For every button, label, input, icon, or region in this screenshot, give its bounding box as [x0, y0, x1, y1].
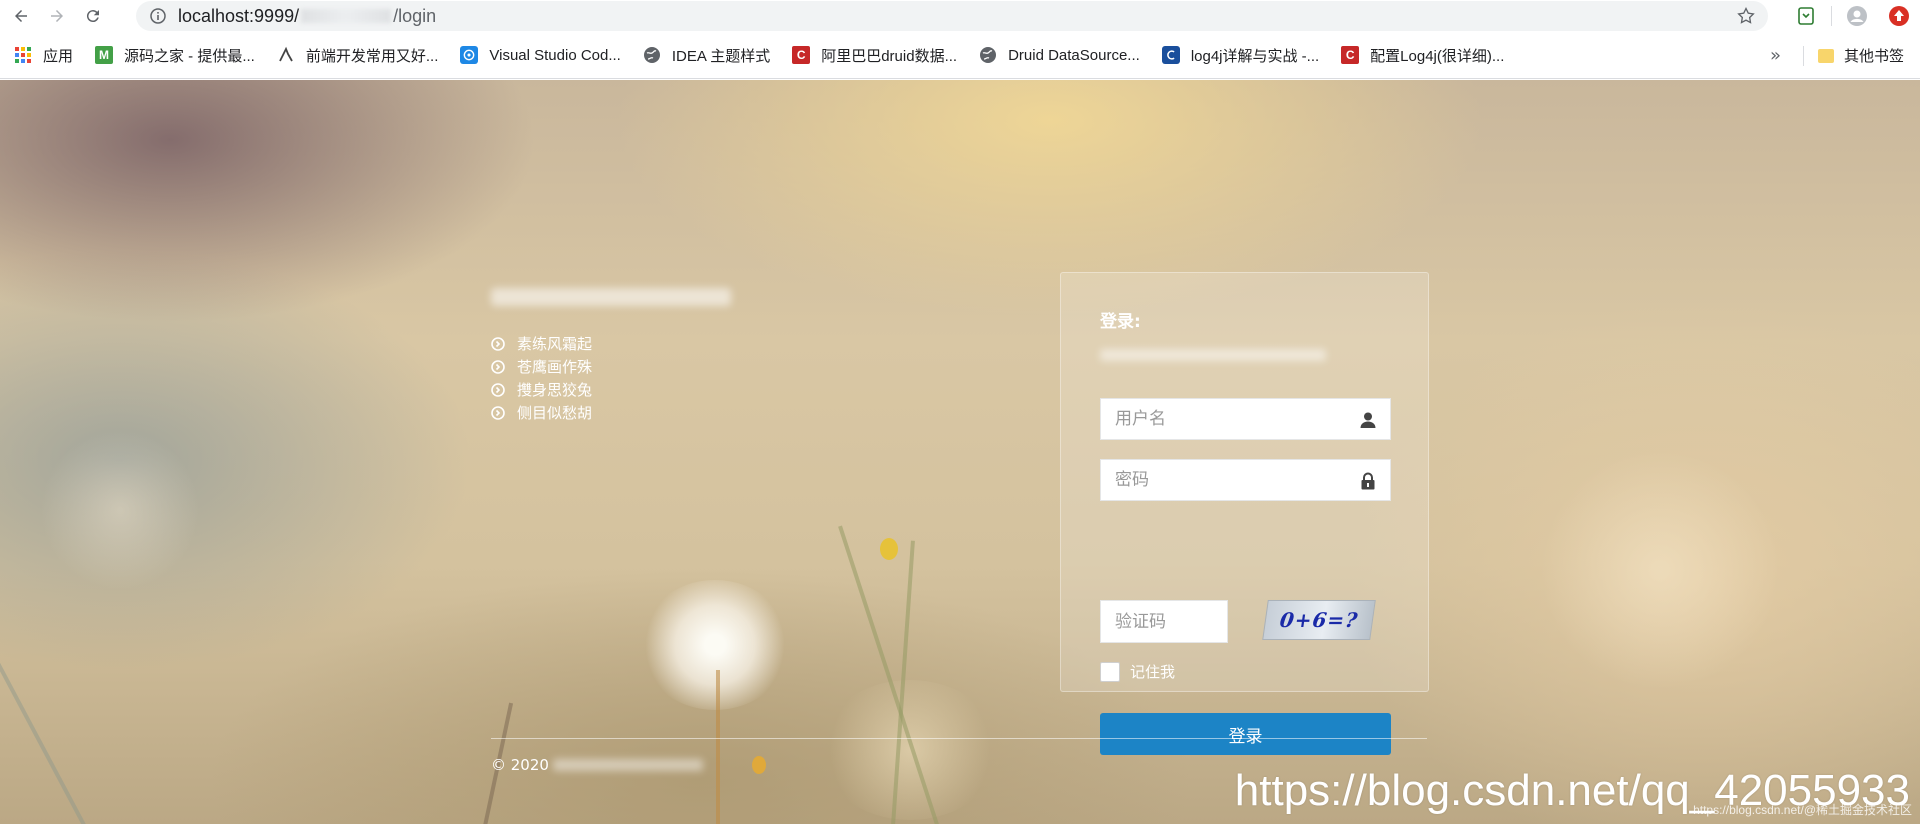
arrow-left-icon [15, 10, 27, 22]
bookmarks-overflow-button[interactable]: » [1770, 45, 1781, 66]
yellow-bud [880, 538, 898, 560]
login-subtitle-blurred [1100, 349, 1326, 361]
bookmark-label: Visual Studio Cod... [489, 46, 621, 64]
copyright-blurred [552, 759, 703, 771]
apps-grid-icon [14, 46, 32, 64]
bookmark-log4j[interactable]: log4j详解与实战 -... [1161, 45, 1320, 66]
bookmark-druid[interactable]: C 阿里巴巴druid数据... [792, 45, 957, 66]
bookmark-druid-datasource[interactable]: Druid DataSource... [979, 46, 1140, 64]
url-host: localhost:9999/ [178, 5, 300, 26]
captcha-image[interactable]: 0+6=? [1262, 600, 1376, 640]
bookmark-log4j-config[interactable]: C 配置Log4j(很详细)... [1341, 45, 1504, 66]
vscode-logo-icon [460, 46, 479, 64]
reload-button[interactable] [78, 1, 108, 31]
footer-divider [491, 738, 1427, 739]
login-title: 登录: [1100, 312, 1141, 332]
lock-icon [1358, 471, 1378, 491]
address-bar[interactable]: localhost:9999/ /login [136, 1, 1768, 31]
back-button[interactable] [6, 1, 36, 31]
bookmarks-divider [1802, 45, 1804, 66]
intro-list-item: 苍鹰画作殊 [491, 355, 731, 378]
bookmark-label: 应用 [43, 47, 74, 65]
profile-avatar-icon[interactable] [1847, 6, 1867, 26]
browser-toolbar: localhost:9999/ /login [0, 0, 1920, 32]
password-field-wrapper [1100, 459, 1391, 501]
intro-heading-blurred [491, 288, 731, 306]
other-bookmarks-label: 其他书签 [1843, 48, 1904, 65]
dandelion-flower [640, 580, 790, 710]
bookmark-frontend[interactable]: 前端开发常用又好... [277, 45, 439, 66]
csdn-c-icon: C [792, 46, 811, 64]
toolbar-divider [1831, 6, 1832, 26]
intro-item-text: 侧目似愁胡 [517, 404, 593, 422]
login-page: 素练风霜起 苍鹰画作殊 㩳身思狡兔 侧目似愁胡 登录: 用户名 验证码 0+6=… [0, 80, 1920, 824]
circle-arrow-right-icon [491, 336, 505, 351]
captcha-field-wrapper [1100, 600, 1228, 643]
bookmark-label: Druid DataSource... [1008, 46, 1140, 64]
csdn-c-icon: C [1341, 46, 1360, 64]
juejin-watermark: https://blog.csdn.net/@稀土掘金技术社区 [1693, 803, 1912, 817]
update-icon[interactable] [1889, 6, 1909, 26]
footer: © 2020 [491, 756, 703, 774]
circle-arrow-right-icon [491, 359, 505, 374]
arrow-right-icon [51, 10, 63, 22]
bookmarks-bar: 应用 M 源码之家 - 提供最... 前端开发常用又好... Visual St… [0, 32, 1920, 79]
remember-me[interactable]: 记住我 [1100, 661, 1175, 682]
bookmark-yuanma[interactable]: M 源码之家 - 提供最... [95, 45, 255, 66]
extension-icon[interactable] [1796, 6, 1816, 26]
intro-list-item: 素练风霜起 [491, 332, 731, 355]
bookmark-label: IDEA 主题样式 [671, 47, 771, 65]
background-bokeh [1540, 450, 1780, 690]
reload-icon [86, 10, 99, 23]
intro-item-text: 苍鹰画作殊 [517, 358, 593, 376]
captcha-input[interactable] [1101, 601, 1227, 642]
circle-arrow-right-icon [491, 405, 505, 420]
intro-item-text: 㩳身思狡兔 [517, 381, 593, 399]
url-path: /login [393, 5, 437, 26]
globe-icon [979, 46, 997, 64]
remember-me-checkbox[interactable] [1100, 661, 1120, 682]
info-icon[interactable] [150, 8, 166, 24]
bookmark-idea-theme[interactable]: IDEA 主题样式 [643, 45, 770, 66]
login-form: 登录: 0+6=? 记住我 登录 [1060, 272, 1429, 755]
intro-list-item: 侧目似愁胡 [491, 401, 731, 424]
bookmark-label: 阿里巴巴druid数据... [821, 47, 958, 65]
script-logo-icon [277, 46, 295, 64]
circle-arrow-right-icon [491, 382, 505, 397]
bookmark-apps[interactable]: 应用 [14, 45, 73, 66]
intro-item-text: 素练风霜起 [517, 335, 593, 353]
m-logo-icon: M [95, 46, 114, 64]
bookmark-label: 前端开发常用又好... [305, 47, 439, 65]
yellow-bud [752, 756, 766, 774]
folder-icon [1817, 48, 1834, 63]
forward-button[interactable] [42, 1, 72, 31]
intro-section: 素练风霜起 苍鹰画作殊 㩳身思狡兔 侧目似愁胡 [491, 288, 731, 424]
login-button[interactable]: 登录 [1100, 713, 1391, 755]
url-redacted-segment [301, 9, 392, 23]
bookmark-vscode[interactable]: Visual Studio Cod... [460, 46, 621, 64]
intro-list: 素练风霜起 苍鹰画作殊 㩳身思狡兔 侧目似愁胡 [491, 332, 731, 424]
bookmark-star-icon[interactable] [1736, 6, 1756, 26]
cnblogs-icon [1161, 46, 1180, 64]
username-field-wrapper [1100, 398, 1391, 440]
bookmarks-bar-right: » 其他书签 [1770, 32, 1904, 79]
grass-stem [716, 670, 720, 824]
username-input[interactable] [1101, 399, 1390, 439]
copyright-text: © 2020 [491, 756, 549, 774]
remember-me-label: 记住我 [1130, 663, 1176, 681]
bookmark-label: 配置Log4j(很详细)... [1370, 47, 1505, 65]
background-bokeh [40, 430, 200, 590]
toolbar-right [1785, 0, 1920, 32]
bookmark-label: log4j详解与实战 -... [1190, 47, 1320, 65]
user-icon [1358, 410, 1378, 430]
intro-list-item: 㩳身思狡兔 [491, 378, 731, 401]
globe-icon [643, 46, 661, 64]
bookmark-label: 源码之家 - 提供最... [124, 47, 255, 65]
password-input[interactable] [1101, 460, 1390, 500]
url-text[interactable]: localhost:9999/ /login [178, 6, 436, 27]
other-bookmarks[interactable]: 其他书签 [1817, 45, 1904, 66]
